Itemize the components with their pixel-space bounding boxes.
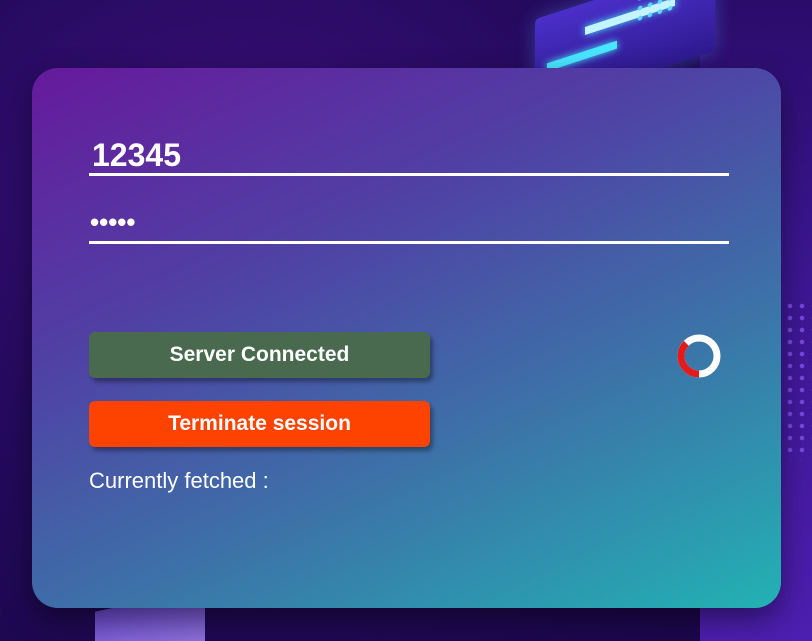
spinner-arc [677,340,700,378]
loading-spinner-icon [676,333,722,379]
spinner-graphic [677,334,721,378]
server-led-grid [635,0,675,25]
server-light-strip [547,40,617,72]
username-field[interactable]: 12345 [89,134,729,176]
login-card: 12345 ••••• Server Connected Terminate s… [32,68,781,608]
currently-fetched-label: Currently fetched : [89,468,269,493]
server-status-button[interactable]: Server Connected [89,332,430,378]
password-field[interactable]: ••••• [89,202,729,244]
terminate-session-button[interactable]: Terminate session [89,401,430,447]
